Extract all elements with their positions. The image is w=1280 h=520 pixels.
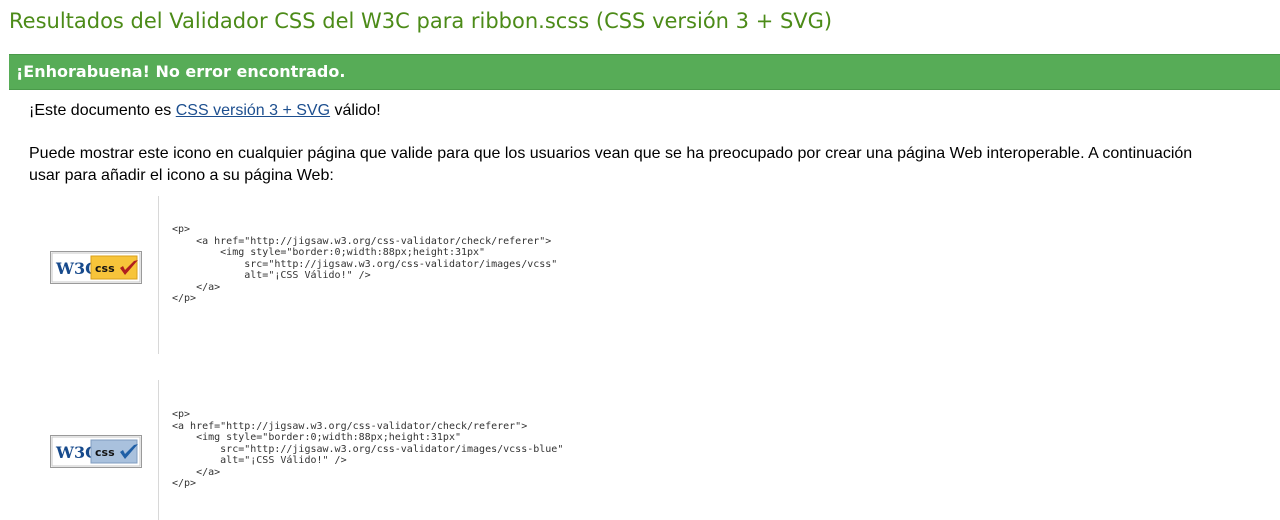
w3c-css-valid-badge-gold-icon[interactable]: W3C css	[50, 251, 142, 284]
page-title: Resultados del Validador CSS del W3C par…	[9, 9, 833, 33]
badge-snippet-gold: W3C css <p> <a href="http://jigsaw.w3.or…	[0, 196, 1280, 354]
badge-blue-code-snippet[interactable]: <p> <a href="http://jigsaw.w3.org/css-va…	[172, 409, 563, 490]
badge-info-line-2: usar para añadir el icono a su página We…	[29, 167, 334, 184]
badge-blue-label: css	[95, 446, 115, 459]
success-banner-text: ¡Enhorabuena! No error encontrado.	[16, 62, 346, 81]
code-separator	[158, 380, 159, 520]
badge-gold-code-snippet[interactable]: <p> <a href="http://jigsaw.w3.org/css-va…	[172, 224, 557, 305]
success-banner: ¡Enhorabuena! No error encontrado.	[9, 54, 1280, 90]
badge-snippet-blue: W3C css <p> <a href="http://jigsaw.w3.or…	[0, 380, 1280, 520]
validator-results-page: Resultados del Validador CSS del W3C par…	[0, 0, 1280, 520]
valid-document-message: ¡Este documento es CSS versión 3 + SVG v…	[29, 101, 381, 121]
valid-message-prefix: ¡Este documento es	[29, 102, 176, 119]
badge-gold-label: css	[95, 262, 115, 275]
code-separator	[158, 196, 159, 354]
valid-message-suffix: válido!	[330, 102, 381, 119]
w3c-css-valid-badge-blue-icon[interactable]: W3C css	[50, 435, 142, 468]
css-profile-link[interactable]: CSS versión 3 + SVG	[176, 102, 330, 119]
badge-info-line-1: Puede mostrar este icono en cualquier pá…	[29, 145, 1193, 162]
badge-info-text: Puede mostrar este icono en cualquier pá…	[29, 143, 1280, 187]
